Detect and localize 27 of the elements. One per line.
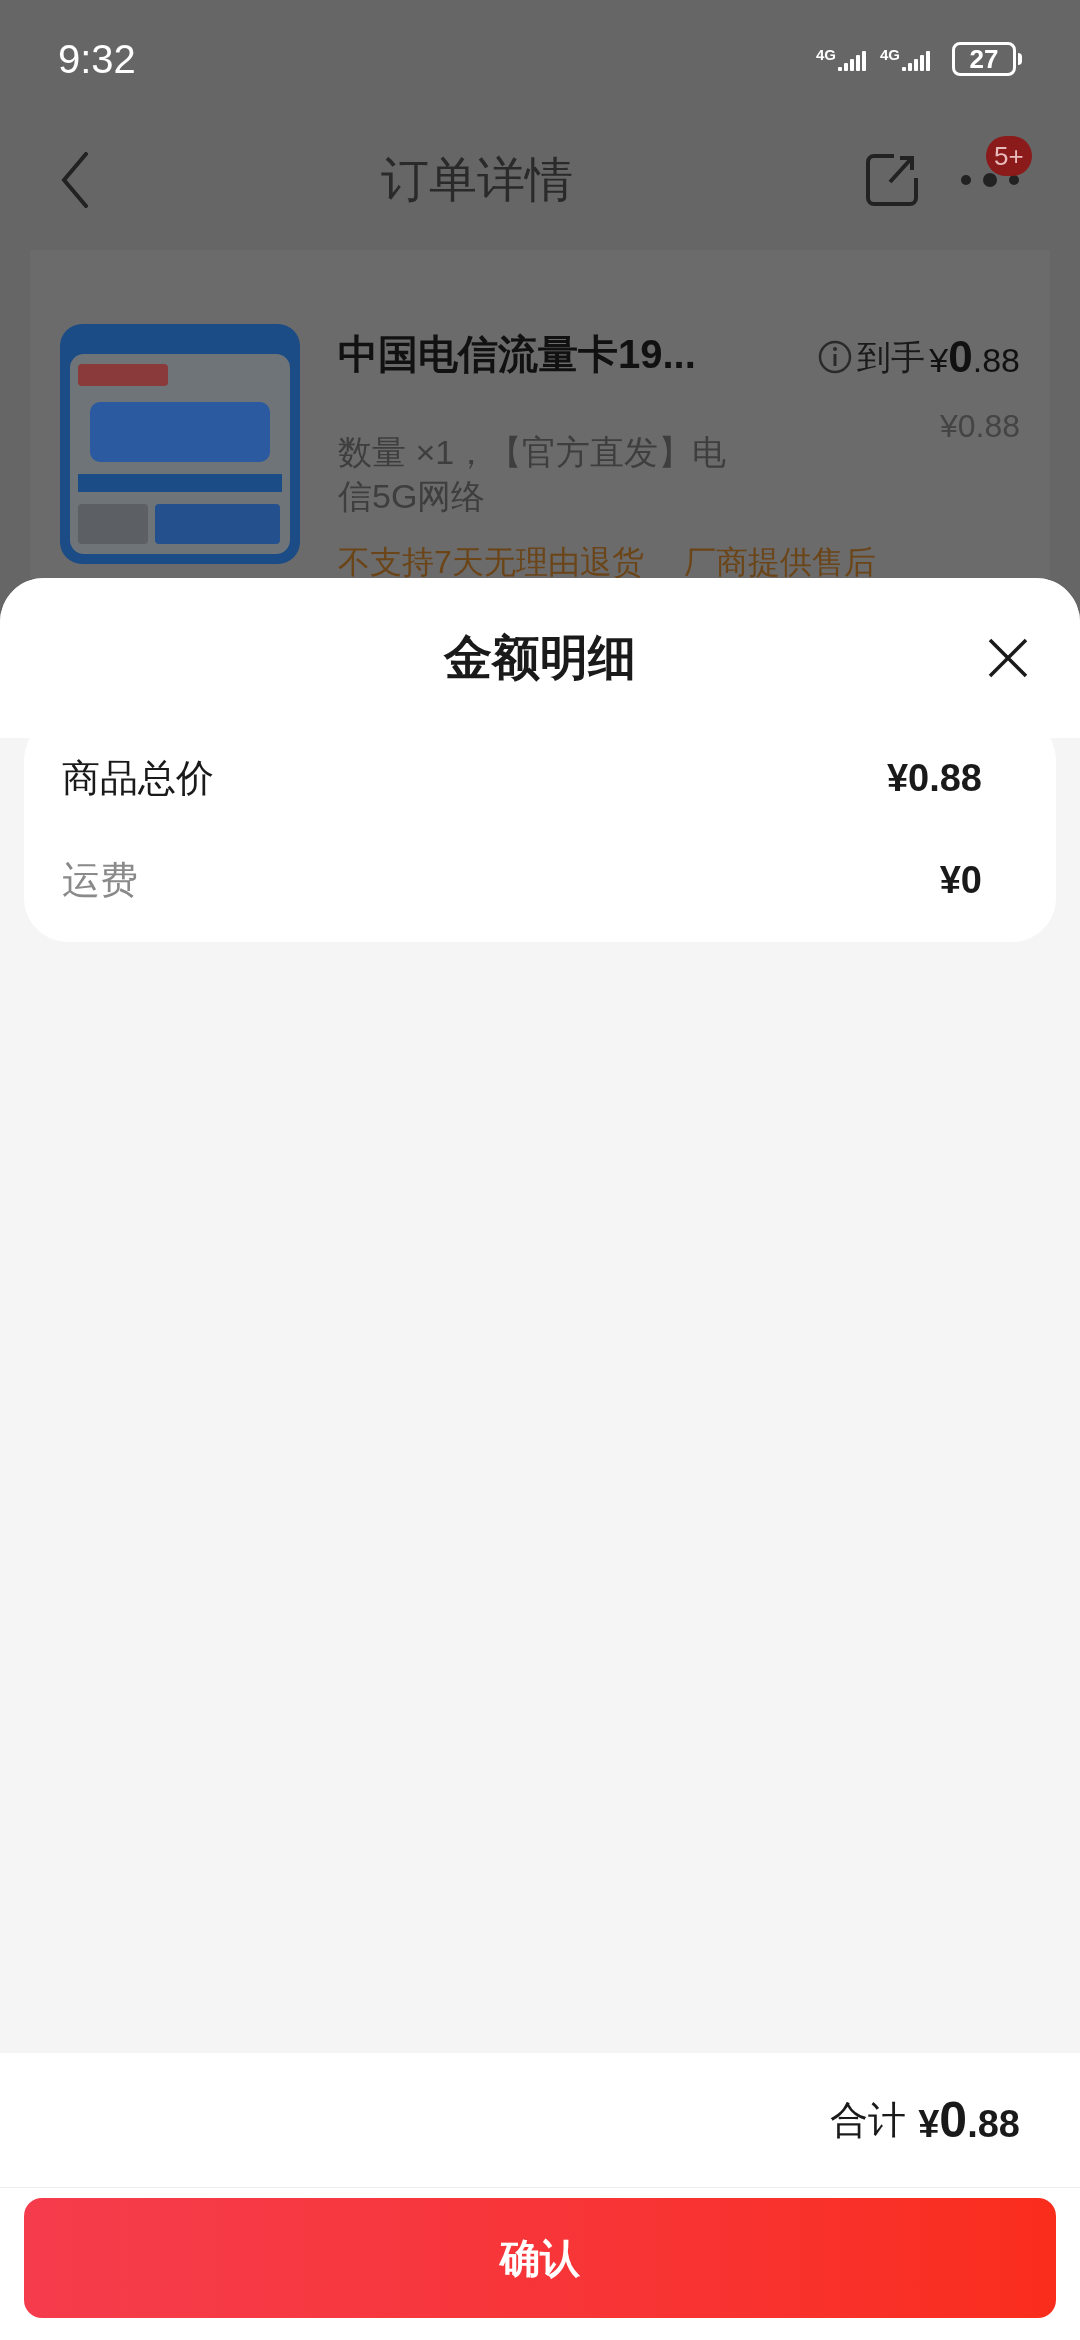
price-decimal: .88: [967, 2101, 1020, 2147]
close-icon[interactable]: [988, 638, 1028, 678]
share-icon[interactable]: [864, 152, 920, 208]
fee-value: ¥0.88: [886, 755, 982, 801]
currency-symbol: ¥: [918, 2102, 940, 2147]
confirm-button[interactable]: 确认: [24, 2198, 1056, 2318]
notification-badge: 5+: [986, 136, 1032, 176]
price-label: 到手: [857, 336, 926, 378]
network-type: 4G: [815, 47, 836, 62]
info-icon[interactable]: [817, 339, 854, 375]
fee-label: 运费: [62, 857, 138, 903]
product-title: 中国电信流量卡19...: [338, 331, 696, 378]
back-icon[interactable]: [60, 152, 90, 208]
page-title: 订单详情: [381, 152, 573, 208]
service-note: 厂商提供售后: [683, 543, 876, 582]
more-icon[interactable]: [960, 172, 1020, 188]
status-time: 9:32: [58, 36, 136, 83]
currency-symbol: ¥: [929, 340, 949, 381]
price-integer: 0: [948, 331, 973, 383]
price-decimal: .88: [972, 340, 1020, 381]
fee-value: ¥0: [939, 857, 982, 903]
service-note: 不支持7天无理由退货: [338, 543, 644, 582]
network-type: 4G: [880, 47, 900, 62]
sheet-title: 金额明细: [444, 630, 636, 686]
total-label: 合计: [830, 2097, 907, 2143]
fee-label: 商品总价: [62, 755, 214, 801]
price-integer: 0: [939, 2090, 968, 2150]
